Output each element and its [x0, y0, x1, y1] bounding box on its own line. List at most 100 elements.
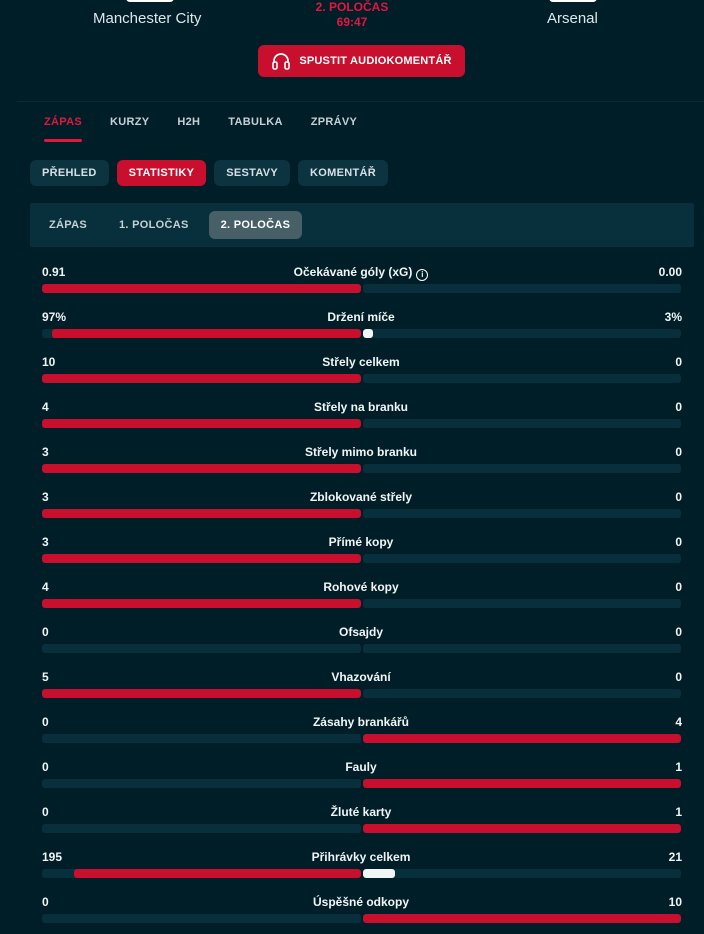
stat-away-bar [363, 464, 681, 473]
headphones-icon [272, 53, 291, 70]
stat-home-bar [42, 644, 361, 653]
stat-row: 3 Přímé kopy 0 [0, 532, 704, 572]
stat-label-text: Vhazování [331, 670, 391, 684]
stat-away-value: 0 [675, 625, 682, 639]
stat-home-bar-fill [73, 869, 361, 878]
stat-label: Přihrávky celkem [0, 850, 704, 864]
stat-home-bar [42, 419, 361, 428]
stat-away-bar [363, 509, 681, 518]
stat-row: 4 Rohové kopy 0 [0, 577, 704, 617]
stat-row: 3 Střely mimo branku 0 [0, 442, 704, 482]
stat-label-text: Zblokované střely [309, 490, 413, 504]
stat-label: Ofsajdy [0, 625, 704, 639]
stat-label-text: Žluté karty [330, 805, 392, 819]
stat-label: Očekávané góly (xG) i [0, 265, 704, 281]
stat-away-value: 21 [668, 850, 682, 864]
stat-away-value: 0 [675, 535, 682, 549]
stat-label: Vhazování [0, 670, 704, 684]
stat-home-bar [42, 599, 361, 608]
tab-zpravy[interactable]: ZPRÁVY [297, 102, 371, 142]
stat-home-bar [42, 779, 361, 788]
stat-away-bar [363, 329, 681, 338]
stat-label: Střely celkem [0, 355, 704, 369]
stat-label-text: Střely na branku [313, 400, 409, 414]
stat-away-bar-fill [363, 869, 395, 878]
stat-label-text: Fauly [345, 760, 377, 774]
stat-away-value: 1 [675, 760, 682, 774]
stat-row: 0 Fauly 1 [0, 757, 704, 797]
match-time: 69:47 [336, 15, 368, 29]
info-icon[interactable]: i [416, 269, 429, 281]
stat-home-bar-fill [42, 284, 361, 293]
period-tab-second-half[interactable]: 2. POLOČAS [208, 211, 303, 239]
stat-home-bar [42, 689, 361, 698]
stat-row: 0 Zásahy brankářů 4 [0, 712, 704, 752]
stat-label: Rohové kopy [0, 580, 704, 594]
subtab-prehled[interactable]: PŘEHLED [30, 160, 109, 186]
stat-away-bar [363, 374, 681, 383]
stat-label: Zásahy brankářů [0, 715, 704, 729]
stat-home-bar [42, 374, 361, 383]
stat-home-bar [42, 554, 361, 563]
stat-row: 3 Zblokované střely 0 [0, 487, 704, 527]
period-tabs: ZÁPAS 1. POLOČAS 2. POLOČAS [30, 203, 694, 247]
stat-away-bar-fill [363, 329, 373, 338]
stat-label: Střely na branku [0, 400, 704, 414]
subtab-komentar[interactable]: KOMENTÁŘ [298, 160, 388, 186]
stat-row: 10 Střely celkem 0 [0, 352, 704, 392]
subtab-sestavy[interactable]: SESTAVY [214, 160, 291, 186]
stat-home-bar-fill [42, 419, 361, 428]
stat-home-bar-fill [42, 689, 361, 698]
stat-label: Úspěšné odkopy [0, 895, 704, 909]
stat-row: 4 Střely na branku 0 [0, 397, 704, 437]
stat-home-bar-fill [42, 464, 361, 473]
stat-home-bar [42, 464, 361, 473]
stat-row: 195 Přihrávky celkem 21 [0, 847, 704, 887]
period-tab-zapas[interactable]: ZÁPAS [37, 211, 99, 239]
stat-label-text: Úspěšné odkopy [312, 895, 410, 909]
stat-away-value: 0 [675, 580, 682, 594]
stat-label-text: Přihrávky celkem [311, 850, 411, 864]
stat-label-text: Držení míče [327, 310, 395, 324]
stat-label: Zblokované střely [0, 490, 704, 504]
stat-home-bar-fill [42, 374, 361, 383]
stat-row: 0 Ofsajdy 0 [0, 622, 704, 662]
tab-kurzy[interactable]: KURZY [96, 102, 163, 142]
stat-row: 0 Úspěšné odkopy 10 [0, 892, 704, 932]
stat-home-bar-fill [42, 554, 361, 563]
stat-label: Fauly [0, 760, 704, 774]
stat-away-value: 0 [675, 670, 682, 684]
subtab-statistiky[interactable]: STATISTIKY [116, 160, 207, 186]
sub-tabs: PŘEHLED STATISTIKY SESTAVY KOMENTÁŘ [30, 160, 388, 186]
stat-home-bar [42, 914, 361, 923]
stat-away-bar [363, 869, 681, 878]
stat-home-bar-fill [51, 329, 361, 338]
stat-away-bar [363, 419, 681, 428]
tab-zapas[interactable]: ZÁPAS [30, 102, 96, 142]
stat-away-bar [363, 284, 681, 293]
stat-label-text: Přímé kopy [328, 535, 394, 549]
stat-label: Střely mimo branku [0, 445, 704, 459]
stat-away-bar [363, 914, 681, 923]
stat-home-bar [42, 509, 361, 518]
stat-home-bar [42, 869, 361, 878]
stat-away-bar-fill [363, 734, 681, 743]
stat-away-value: 10 [668, 895, 682, 909]
start-audio-commentary-button[interactable]: SPUSTIT AUDIOKOMENTÁŘ [258, 45, 465, 77]
tab-tabulka[interactable]: TABULKA [214, 102, 296, 142]
tab-h2h[interactable]: H2H [163, 102, 214, 142]
stat-away-bar [363, 599, 681, 608]
stat-away-bar [363, 824, 681, 833]
stat-home-bar [42, 284, 361, 293]
stat-label-text: Zásahy brankářů [312, 715, 410, 729]
stat-away-bar [363, 734, 681, 743]
stat-label: Přímé kopy [0, 535, 704, 549]
stat-away-bar [363, 554, 681, 563]
stat-away-value: 0 [675, 490, 682, 504]
stat-away-value: 1 [675, 805, 682, 819]
stat-away-bar-fill [363, 824, 681, 833]
main-tabs: ZÁPAS KURZY H2H TABULKA ZPRÁVY [30, 102, 371, 142]
period-tab-first-half[interactable]: 1. POLOČAS [107, 211, 201, 239]
stat-away-bar [363, 689, 681, 698]
stat-row: 97% Držení míče 3% [0, 307, 704, 347]
